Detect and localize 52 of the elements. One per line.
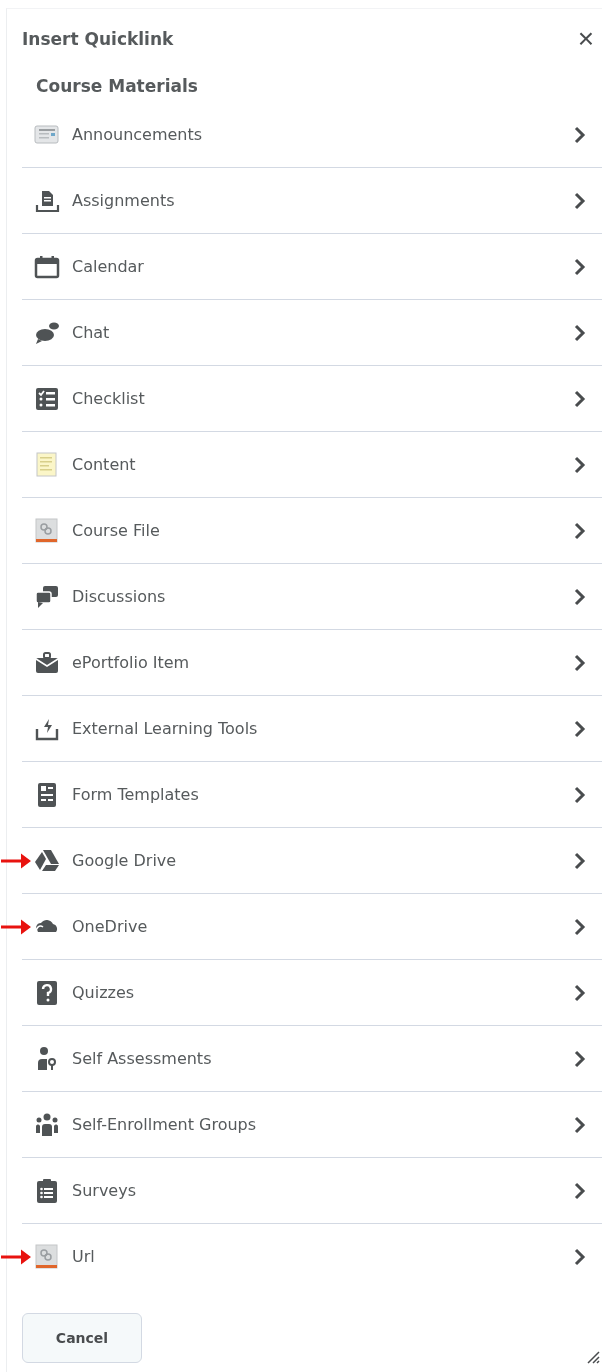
chevron-right-icon	[574, 785, 586, 804]
quicklink-item[interactable]: Checklist	[22, 366, 602, 432]
calendar-icon	[34, 253, 60, 280]
chevron-right-icon	[574, 917, 586, 936]
link-file-icon	[34, 1243, 60, 1270]
resize-grip-icon[interactable]	[586, 1350, 600, 1364]
chevron-right-icon	[574, 1247, 586, 1266]
quicklink-item[interactable]: Course File	[22, 498, 602, 564]
quicklink-item[interactable]: Google Drive	[22, 828, 602, 894]
quicklink-item[interactable]: Self-Enrollment Groups	[22, 1092, 602, 1158]
chevron-right-icon	[574, 1049, 586, 1068]
chevron-right-icon	[574, 983, 586, 1002]
section-heading: Course Materials	[35, 75, 199, 96]
question-icon	[34, 979, 60, 1006]
chevron-right-icon	[574, 389, 586, 408]
chevron-right-icon	[574, 653, 586, 672]
people-group-icon	[34, 1111, 60, 1138]
document-icon	[34, 451, 60, 478]
quicklink-item[interactable]: Self Assessments	[22, 1026, 602, 1092]
chevron-right-icon	[574, 1181, 586, 1200]
chevron-right-icon	[574, 125, 586, 144]
quicklink-item[interactable]: Form Templates	[22, 762, 602, 828]
quicklink-item[interactable]: Announcements	[22, 102, 602, 168]
briefcase-icon	[34, 649, 60, 676]
chevron-right-icon	[574, 191, 586, 210]
link-file-icon	[34, 517, 60, 544]
quicklink-item[interactable]: Assignments	[22, 168, 602, 234]
close-button[interactable]: ×	[573, 25, 598, 53]
quicklink-item[interactable]: Surveys	[22, 1158, 602, 1224]
cancel-button[interactable]: Cancel	[22, 1313, 142, 1363]
chevron-right-icon	[574, 719, 586, 738]
chevron-right-icon	[574, 455, 586, 474]
quicklink-item[interactable]: OneDrive	[22, 894, 602, 960]
chevron-right-icon	[574, 521, 586, 540]
quicklink-item[interactable]: Discussions	[22, 564, 602, 630]
quicklink-item[interactable]: Content	[22, 432, 602, 498]
speech-bubbles-icon	[34, 583, 60, 610]
quicklink-item[interactable]: Calendar	[22, 234, 602, 300]
chevron-right-icon	[574, 587, 586, 606]
quicklink-item[interactable]: Url	[22, 1224, 602, 1289]
chevron-right-icon	[574, 323, 586, 342]
chevron-right-icon	[574, 1115, 586, 1134]
chevron-right-icon	[574, 851, 586, 870]
clipboard-icon	[34, 1177, 60, 1204]
chevron-right-icon	[574, 257, 586, 276]
dialog-title: Insert Quicklink	[22, 29, 174, 49]
checklist-icon	[34, 385, 60, 412]
quicklink-item[interactable]: ePortfolio Item	[22, 630, 602, 696]
drive-triangle-icon	[34, 847, 60, 874]
quicklink-item[interactable]: External Learning Tools	[22, 696, 602, 762]
quicklink-item[interactable]: Quizzes	[22, 960, 602, 1026]
quicklink-item[interactable]: Chat	[22, 300, 602, 366]
